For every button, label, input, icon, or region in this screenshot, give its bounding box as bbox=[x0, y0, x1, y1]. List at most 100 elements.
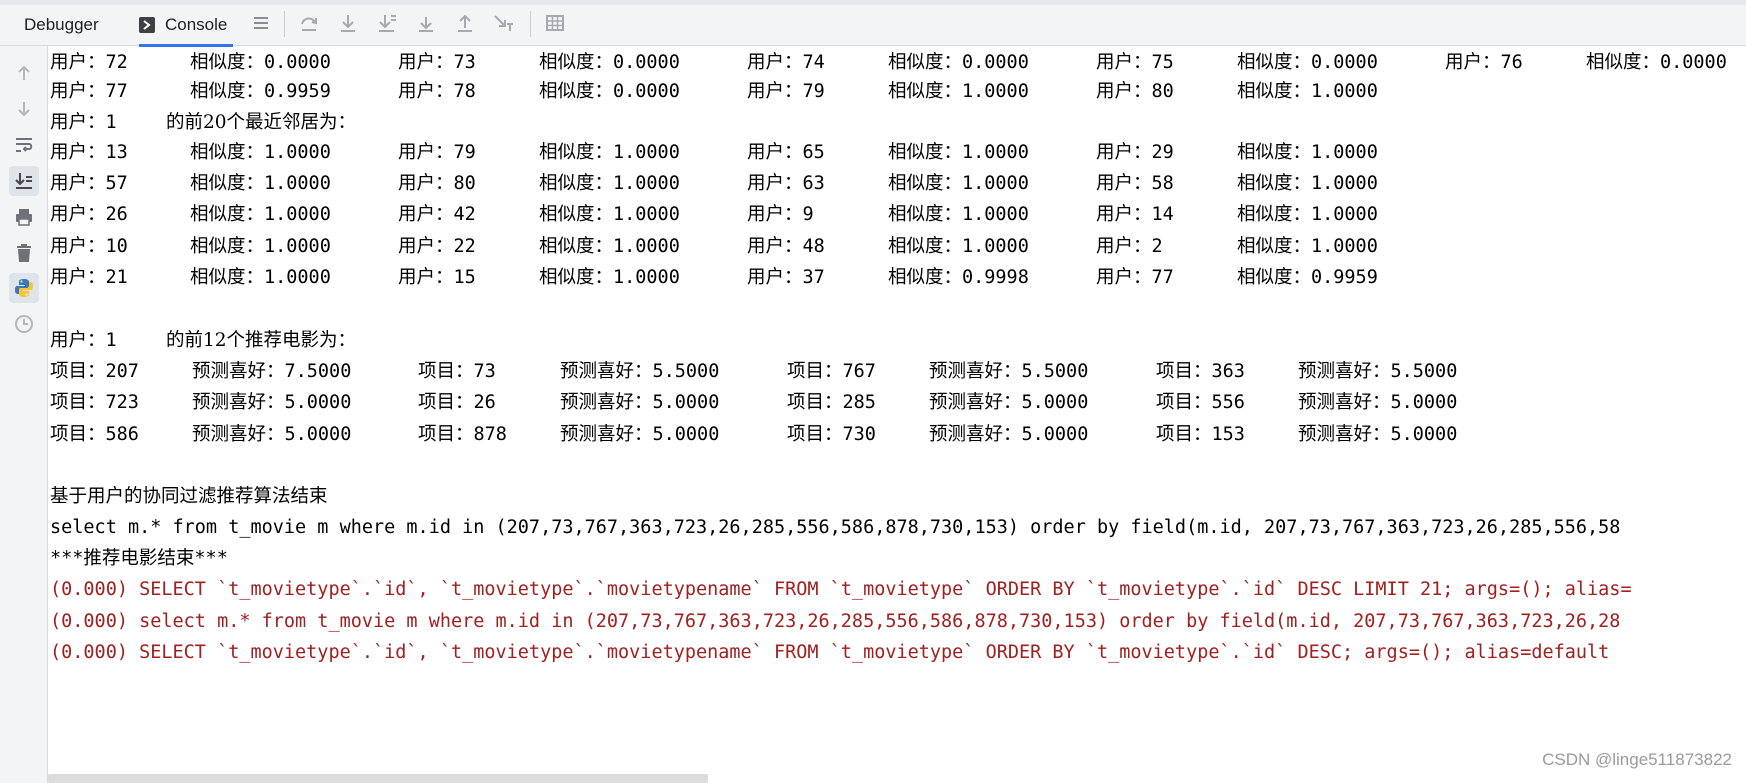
predicted-preference: 预测喜好：5.0000 bbox=[929, 424, 1089, 445]
similarity: 相似度：0.0000 bbox=[1586, 52, 1727, 73]
step-over-icon[interactable] bbox=[297, 11, 321, 35]
user-id: 用户：77 bbox=[1096, 267, 1174, 288]
step-down-icon[interactable] bbox=[414, 11, 438, 35]
tab-console-label: Console bbox=[165, 15, 228, 34]
python-console-icon[interactable] bbox=[9, 273, 39, 303]
predicted-preference: 预测喜好：5.0000 bbox=[929, 392, 1089, 413]
item-id: 项目：556 bbox=[1156, 392, 1245, 413]
tab-debugger[interactable]: Debugger bbox=[24, 5, 99, 45]
item-id: 项目：73 bbox=[418, 361, 496, 382]
toolbar-separator bbox=[284, 11, 285, 37]
item-id: 项目：767 bbox=[787, 361, 876, 382]
tab-console[interactable]: Console bbox=[139, 5, 234, 47]
user-id: 用户：42 bbox=[398, 204, 476, 225]
similarity: 相似度：1.0000 bbox=[1237, 204, 1378, 225]
predicted-preference: 预测喜好：5.0000 bbox=[1298, 392, 1458, 413]
similarity: 相似度：1.0000 bbox=[190, 142, 331, 163]
item-id: 项目：586 bbox=[50, 424, 139, 445]
similarity: 相似度：0.0000 bbox=[888, 52, 1029, 73]
similarity: 相似度：0.0000 bbox=[190, 52, 331, 73]
horizontal-scrollbar[interactable] bbox=[48, 774, 708, 783]
output-line: 用户：77 相似度：0.9959 用户：78 相似度：0.0000 用户：79 … bbox=[48, 79, 1378, 105]
user-id: 用户：63 bbox=[747, 173, 825, 194]
output-line: 用户：72 相似度：0.0000 用户：73 相似度：0.0000 用户：74 … bbox=[48, 50, 1727, 76]
down-arrow-icon[interactable] bbox=[9, 94, 39, 124]
similarity: 相似度：1.0000 bbox=[539, 204, 680, 225]
scroll-to-end-icon[interactable] bbox=[9, 166, 39, 196]
step-out-icon[interactable] bbox=[453, 11, 477, 35]
user-id: 用户：1 bbox=[50, 112, 117, 133]
similarity: 相似度：1.0000 bbox=[190, 267, 331, 288]
user-id: 用户：75 bbox=[1096, 52, 1174, 73]
tool-window-header: Debugger Console bbox=[0, 0, 1746, 47]
item-id: 项目：26 bbox=[418, 392, 496, 413]
user-id: 用户：57 bbox=[50, 173, 128, 194]
console-icon bbox=[139, 17, 155, 33]
item-id: 项目：363 bbox=[1156, 361, 1245, 382]
similarity: 相似度：0.9959 bbox=[1237, 267, 1378, 288]
output-line: 用户：10 相似度：1.0000 用户：22 相似度：1.0000 用户：48 … bbox=[48, 234, 1378, 260]
user-id: 用户：58 bbox=[1096, 173, 1174, 194]
predicted-preference: 预测喜好：5.0000 bbox=[560, 424, 720, 445]
similarity: 相似度：1.0000 bbox=[1237, 142, 1378, 163]
user-id: 用户：21 bbox=[50, 267, 128, 288]
item-id: 项目：730 bbox=[787, 424, 876, 445]
predicted-preference: 预测喜好：5.0000 bbox=[192, 424, 352, 445]
similarity: 相似度：1.0000 bbox=[1237, 236, 1378, 257]
similarity: 相似度：1.0000 bbox=[1237, 173, 1378, 194]
print-icon[interactable] bbox=[9, 202, 39, 232]
similarity: 相似度：1.0000 bbox=[888, 142, 1029, 163]
trash-icon[interactable] bbox=[9, 238, 39, 268]
similarity: 相似度：1.0000 bbox=[888, 81, 1029, 102]
user-id: 用户：22 bbox=[398, 236, 476, 257]
output-line: 用户：21 相似度：1.0000 用户：15 相似度：1.0000 用户：37 … bbox=[48, 265, 1378, 291]
user-id: 用户：74 bbox=[747, 52, 825, 73]
user-id: 用户：80 bbox=[398, 173, 476, 194]
recommend-title: 的前12个推荐电影为： bbox=[166, 330, 357, 351]
output-line: 用户：26 相似度：1.0000 用户：42 相似度：1.0000 用户：9 相… bbox=[48, 202, 1378, 228]
similarity: 相似度：1.0000 bbox=[1237, 81, 1378, 102]
predicted-preference: 预测喜好：5.0000 bbox=[560, 392, 720, 413]
similarity: 相似度：1.0000 bbox=[539, 236, 680, 257]
user-id: 用户：10 bbox=[50, 236, 128, 257]
output-line: 项目：723 预测喜好：5.0000 项目：26 预测喜好：5.0000 项目：… bbox=[48, 390, 1457, 416]
menu-icon[interactable] bbox=[249, 11, 273, 35]
similarity: 相似度：0.0000 bbox=[539, 81, 680, 102]
similarity: 相似度：0.0000 bbox=[1237, 52, 1378, 73]
neighbors-title: 的前20个最近邻居为： bbox=[166, 112, 357, 133]
force-step-into-icon[interactable] bbox=[375, 11, 399, 35]
user-id: 用户：73 bbox=[398, 52, 476, 73]
item-id: 项目：878 bbox=[418, 424, 507, 445]
toolbar-separator bbox=[530, 11, 531, 37]
item-id: 项目：153 bbox=[1156, 424, 1245, 445]
user-id: 用户：37 bbox=[747, 267, 825, 288]
top-stripe bbox=[0, 0, 1746, 5]
similarity: 相似度：1.0000 bbox=[888, 204, 1029, 225]
step-into-icon[interactable] bbox=[336, 11, 360, 35]
similarity: 相似度：1.0000 bbox=[539, 267, 680, 288]
user-id: 用户：72 bbox=[50, 52, 128, 73]
up-arrow-icon[interactable] bbox=[9, 58, 39, 88]
output-line: 项目：207 预测喜好：7.5000 项目：73 预测喜好：5.5000 项目：… bbox=[48, 359, 1457, 385]
sql-log-line: (0.000) select m.* from t_movie m where … bbox=[50, 611, 1621, 632]
similarity: 相似度：1.0000 bbox=[539, 142, 680, 163]
history-icon[interactable] bbox=[9, 309, 39, 339]
similarity: 相似度：1.0000 bbox=[888, 173, 1029, 194]
table-icon[interactable] bbox=[543, 11, 567, 35]
similarity: 相似度：1.0000 bbox=[888, 236, 1029, 257]
predicted-preference: 预测喜好：5.5000 bbox=[560, 361, 720, 382]
console-sidebar bbox=[0, 46, 48, 783]
similarity: 相似度：1.0000 bbox=[190, 236, 331, 257]
similarity: 相似度：0.9998 bbox=[888, 267, 1029, 288]
run-to-cursor-icon[interactable] bbox=[492, 11, 516, 35]
user-id: 用户：80 bbox=[1096, 81, 1174, 102]
user-id: 用户：78 bbox=[398, 81, 476, 102]
item-id: 项目：207 bbox=[50, 361, 139, 382]
user-id: 用户：14 bbox=[1096, 204, 1174, 225]
console-output[interactable]: 用户：72 相似度：0.0000 用户：73 相似度：0.0000 用户：74 … bbox=[48, 46, 1746, 783]
soft-wrap-icon[interactable] bbox=[9, 130, 39, 160]
user-id: 用户：77 bbox=[50, 81, 128, 102]
similarity: 相似度：1.0000 bbox=[190, 204, 331, 225]
sql-log-line: (0.000) SELECT `t_movietype`.`id`, `t_mo… bbox=[50, 579, 1632, 600]
predicted-preference: 预测喜好：5.5000 bbox=[1298, 361, 1458, 382]
